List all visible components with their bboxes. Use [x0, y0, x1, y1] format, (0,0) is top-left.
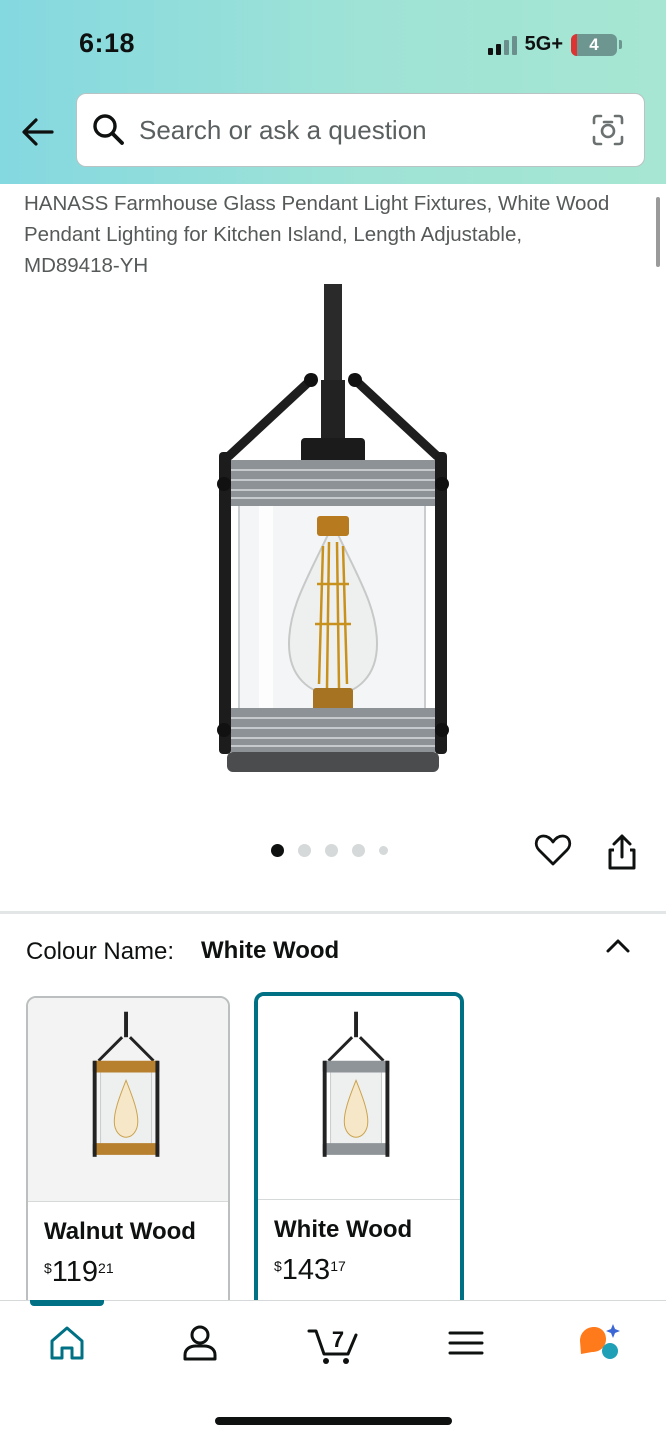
chevron-up-icon[interactable]	[604, 934, 632, 956]
swatch-white-wood[interactable]: White Wood $ 143 17	[254, 992, 464, 1312]
swatch-name: Walnut Wood	[44, 1218, 196, 1245]
price-currency: $	[44, 1260, 52, 1276]
signal-icon	[487, 35, 517, 55]
search-input[interactable]	[139, 114, 559, 146]
product-title[interactable]: HANASS Farmhouse Glass Pendant Light Fix…	[24, 188, 614, 281]
scrollbar[interactable]	[656, 197, 660, 267]
swatch-thumbnail	[258, 996, 460, 1200]
status-time: 6:18	[79, 28, 136, 58]
battery-icon: 4	[571, 33, 617, 56]
search-icon	[93, 114, 124, 145]
cart-icon[interactable]: 7	[306, 1321, 362, 1365]
price-whole: 119	[51, 1256, 99, 1288]
carousel-dot[interactable]	[352, 844, 365, 857]
status-indicators: 5G+ 4	[487, 33, 622, 56]
network-label: 5G+	[524, 33, 563, 55]
back-arrow-icon[interactable]	[18, 112, 58, 152]
home-indicator	[215, 1417, 452, 1425]
camera-search-icon[interactable]	[590, 112, 626, 148]
image-carousel-dots[interactable]	[271, 844, 388, 857]
price-whole: 143	[281, 1254, 331, 1286]
account-icon[interactable]	[178, 1321, 222, 1365]
share-icon[interactable]	[604, 832, 640, 872]
swatch-walnut-wood[interactable]: Walnut Wood $ 119 21	[26, 996, 230, 1316]
cart-count: 7	[332, 1327, 344, 1352]
header: 6:18 5G+ 4	[0, 0, 666, 184]
product-image[interactable]	[205, 284, 461, 780]
swatch-thumbnail	[28, 998, 228, 1202]
price-fraction: 17	[330, 1258, 346, 1274]
selected-colour: White Wood	[201, 937, 340, 964]
swatch-price: $ 119 21	[44, 1256, 114, 1289]
price-fraction: 21	[98, 1260, 114, 1276]
carousel-dot[interactable]	[271, 844, 284, 857]
home-icon[interactable]	[45, 1321, 89, 1365]
active-tab-indicator	[30, 1300, 104, 1306]
carousel-dot[interactable]	[298, 844, 311, 857]
battery-level: 4	[589, 34, 599, 54]
search-bar[interactable]	[76, 93, 645, 167]
section-divider	[0, 911, 666, 914]
swatch-name: White Wood	[274, 1216, 413, 1243]
carousel-dot[interactable]	[379, 846, 388, 855]
menu-icon[interactable]	[444, 1321, 488, 1365]
carousel-dot[interactable]	[325, 844, 338, 857]
heart-icon[interactable]	[534, 832, 572, 868]
colour-label: Colour Name:	[26, 938, 175, 965]
assistant-icon[interactable]	[576, 1321, 620, 1365]
price-currency: $	[274, 1258, 282, 1274]
swatch-price: $ 143 17	[274, 1254, 346, 1287]
